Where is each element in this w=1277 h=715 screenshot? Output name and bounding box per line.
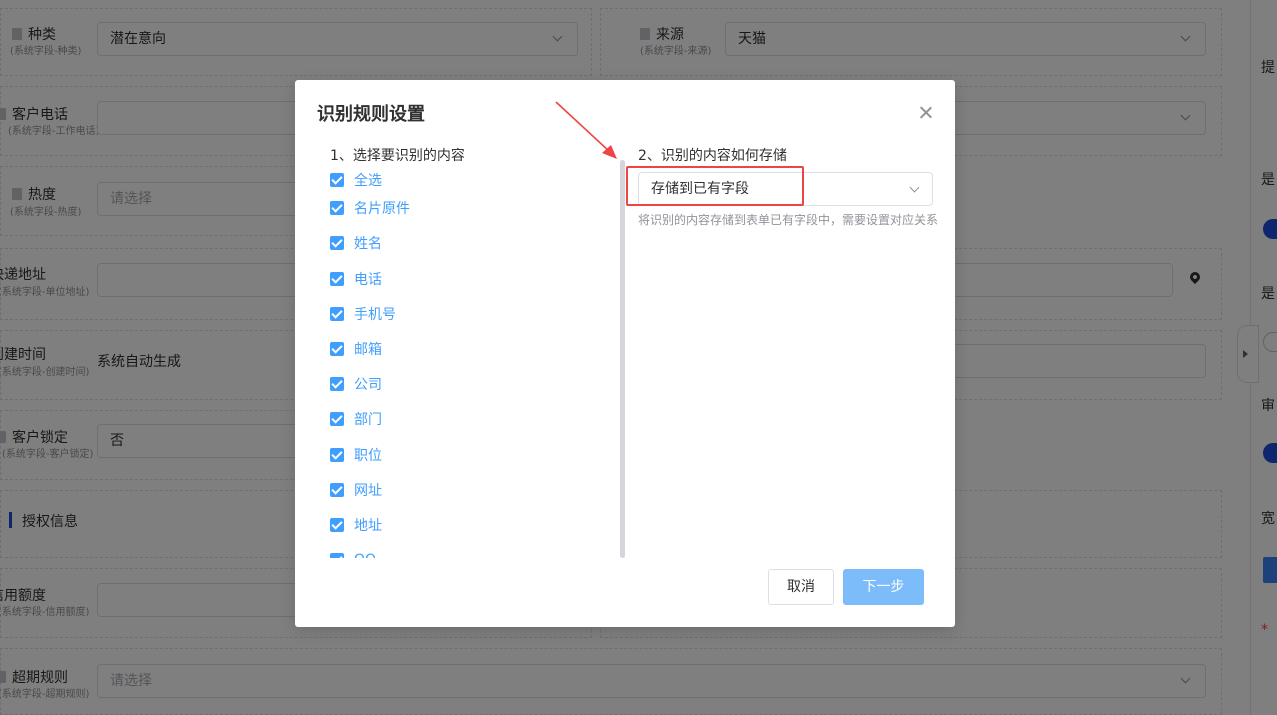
step1-heading: 1、选择要识别的内容 bbox=[330, 148, 465, 164]
chevron-down-icon bbox=[909, 182, 920, 193]
checkbox-icon bbox=[330, 236, 344, 250]
checkbox-icon bbox=[330, 553, 344, 558]
cancel-button[interactable]: 取消 bbox=[768, 569, 834, 605]
checkbox-icon bbox=[330, 173, 344, 187]
checkbox-icon bbox=[330, 377, 344, 391]
close-icon[interactable] bbox=[915, 102, 937, 124]
checkbox-name[interactable]: 姓名 bbox=[330, 232, 382, 254]
checkbox-icon bbox=[330, 448, 344, 462]
checkbox-mobile[interactable]: 手机号 bbox=[330, 303, 396, 325]
checkbox-card-original[interactable]: 名片原件 bbox=[330, 197, 410, 219]
checkbox-icon bbox=[330, 307, 344, 321]
checkbox-company[interactable]: 公司 bbox=[330, 373, 382, 395]
checkbox-position[interactable]: 职位 bbox=[330, 444, 382, 466]
next-step-button[interactable]: 下一步 bbox=[843, 569, 924, 605]
storage-help-text: 将识别的内容存储到表单已有字段中，需要设置对应关系 bbox=[638, 213, 939, 227]
checkbox-icon bbox=[330, 412, 344, 426]
checkbox-website[interactable]: 网址 bbox=[330, 479, 382, 501]
checkbox-address[interactable]: 地址 bbox=[330, 514, 382, 536]
dialog-title: 识别规则设置 bbox=[317, 104, 425, 125]
checkbox-icon bbox=[330, 201, 344, 215]
checkbox-email[interactable]: 邮箱 bbox=[330, 338, 382, 360]
checkbox-qq[interactable]: QQ bbox=[330, 549, 376, 558]
recognition-rule-dialog: 识别规则设置 1、选择要识别的内容 全选 名片原件 姓名 电话 手机号 邮箱 公… bbox=[295, 80, 955, 627]
checkbox-select-all[interactable]: 全选 bbox=[330, 169, 382, 191]
checkbox-icon bbox=[330, 518, 344, 532]
list-scrollbar[interactable] bbox=[620, 160, 625, 558]
scrollbar-thumb[interactable] bbox=[620, 160, 625, 558]
step2-heading: 2、识别的内容如何存储 bbox=[638, 148, 787, 164]
checkbox-department[interactable]: 部门 bbox=[330, 408, 382, 430]
checkbox-icon bbox=[330, 342, 344, 356]
checkbox-icon bbox=[330, 483, 344, 497]
checkbox-phone[interactable]: 电话 bbox=[330, 268, 382, 290]
checkbox-icon bbox=[330, 272, 344, 286]
recognition-content-list: 全选 名片原件 姓名 电话 手机号 邮箱 公司 部门 职位 网址 地址 QQ bbox=[330, 168, 610, 558]
highlight-box bbox=[626, 166, 804, 206]
